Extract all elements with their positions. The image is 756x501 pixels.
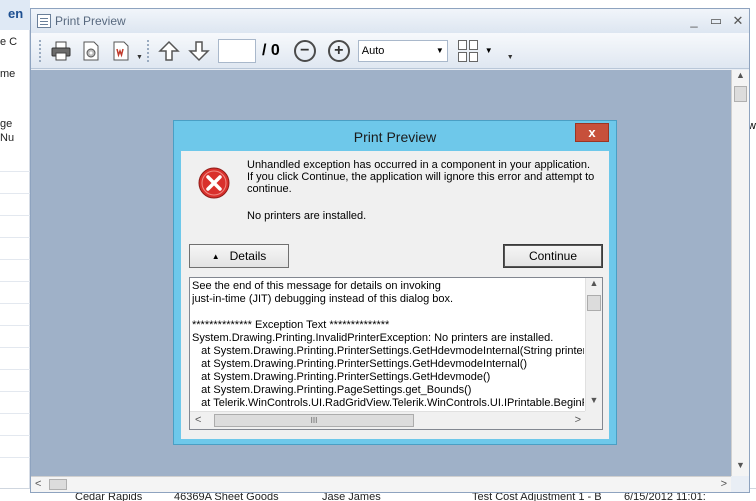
- previous-page-button[interactable]: [154, 37, 184, 65]
- preview-vertical-scrollbar[interactable]: ▲ ▼: [731, 70, 749, 476]
- zoom-out-button[interactable]: −: [293, 39, 316, 62]
- scroll-thumb[interactable]: [49, 479, 67, 490]
- background-fragment: me: [0, 68, 16, 80]
- print-preview-titlebar[interactable]: Print Preview _ ▭ ✕: [31, 9, 749, 33]
- page-layout-icon: [468, 39, 478, 50]
- page-total-label: / 0: [262, 41, 280, 59]
- scroll-down-icon[interactable]: ▼: [586, 395, 602, 411]
- details-horizontal-scrollbar[interactable]: < III >: [190, 411, 586, 429]
- page-layout-icon: [457, 39, 467, 50]
- details-button-label: Details: [229, 249, 267, 263]
- page-setup-button[interactable]: [76, 37, 106, 65]
- background-app-panel: en e C me ge Nu: [0, 0, 30, 501]
- background-rows: [0, 150, 30, 458]
- printer-icon: [51, 41, 71, 60]
- page-layout-dropdown-icon[interactable]: ▼: [485, 46, 493, 55]
- minimize-button[interactable]: _: [683, 13, 705, 29]
- background-header: en: [0, 0, 30, 30]
- page-layout-icon: [457, 51, 467, 62]
- background-fragment: Nu: [0, 132, 15, 144]
- scroll-down-icon[interactable]: ▼: [732, 460, 749, 476]
- watermark-button[interactable]: [106, 37, 136, 65]
- window-controls: _ ▭ ✕: [683, 13, 749, 29]
- zoom-select[interactable]: Auto ▼: [357, 39, 448, 62]
- scroll-thumb[interactable]: [587, 295, 601, 311]
- error-message: Unhandled exception has occurred in a co…: [247, 159, 595, 195]
- page-layout-button[interactable]: [457, 39, 480, 62]
- maximize-button[interactable]: ▭: [705, 13, 727, 29]
- continue-button[interactable]: Continue: [503, 244, 603, 268]
- zoom-select-value: Auto: [361, 44, 385, 57]
- print-preview-title: Print Preview: [55, 14, 126, 28]
- error-dialog-body: Unhandled exception has occurred in a co…: [181, 151, 609, 439]
- error-icon: [198, 167, 230, 199]
- toolbar-overflow-dropdown[interactable]: ▼: [507, 39, 514, 63]
- triangle-up-icon: ▲: [211, 251, 220, 261]
- exception-details-text[interactable]: See the end of this message for details …: [192, 280, 584, 412]
- error-detail-message: No printers are installed.: [247, 210, 367, 222]
- details-vertical-scrollbar[interactable]: ▲ ▼: [585, 278, 602, 411]
- scroll-left-icon[interactable]: <: [195, 414, 201, 426]
- scroll-thumb[interactable]: III: [214, 414, 414, 427]
- scroll-thumb[interactable]: [734, 86, 747, 102]
- print-button[interactable]: [46, 37, 76, 65]
- error-dialog: Print Preview x Unhandled exception has …: [173, 120, 617, 445]
- scrollbar-corner: [585, 411, 602, 429]
- scroll-right-icon[interactable]: >: [721, 478, 727, 490]
- background-header-text: en: [8, 6, 24, 21]
- scroll-right-icon[interactable]: >: [575, 414, 581, 426]
- page-settings-icon: [83, 41, 99, 60]
- error-dialog-title: Print Preview: [353, 129, 437, 145]
- toolbar-grip[interactable]: [39, 39, 42, 62]
- print-preview-toolbar: ▼ / 0 − + Auto ▼ ▼ ▼: [31, 33, 749, 69]
- toolbar-grip[interactable]: [147, 39, 150, 62]
- zoom-in-button[interactable]: +: [327, 39, 350, 62]
- chevron-down-icon: ▼: [435, 45, 444, 55]
- scroll-left-icon[interactable]: <: [35, 478, 41, 490]
- dialog-close-button[interactable]: x: [575, 123, 609, 142]
- next-page-button[interactable]: [184, 37, 214, 65]
- scroll-up-icon[interactable]: ▲: [586, 278, 602, 294]
- error-dialog-titlebar[interactable]: Print Preview x: [174, 121, 616, 151]
- toolbar-overflow-dropdown[interactable]: ▼: [136, 39, 143, 63]
- background-fragment: e C: [0, 36, 18, 48]
- exception-details-textbox[interactable]: See the end of this message for details …: [189, 277, 603, 430]
- page-layout-icon: [468, 51, 478, 62]
- page-number-input[interactable]: [218, 38, 256, 63]
- scroll-up-icon[interactable]: ▲: [732, 70, 749, 86]
- details-button[interactable]: ▲ Details: [189, 244, 289, 268]
- arrow-down-icon: [188, 40, 210, 61]
- background-fragment: ge: [0, 118, 13, 130]
- print-preview-app-icon: [37, 14, 51, 28]
- close-window-button[interactable]: ✕: [727, 13, 749, 29]
- watermark-icon: [113, 41, 129, 60]
- arrow-up-icon: [158, 40, 180, 61]
- preview-horizontal-scrollbar[interactable]: < >: [31, 476, 731, 492]
